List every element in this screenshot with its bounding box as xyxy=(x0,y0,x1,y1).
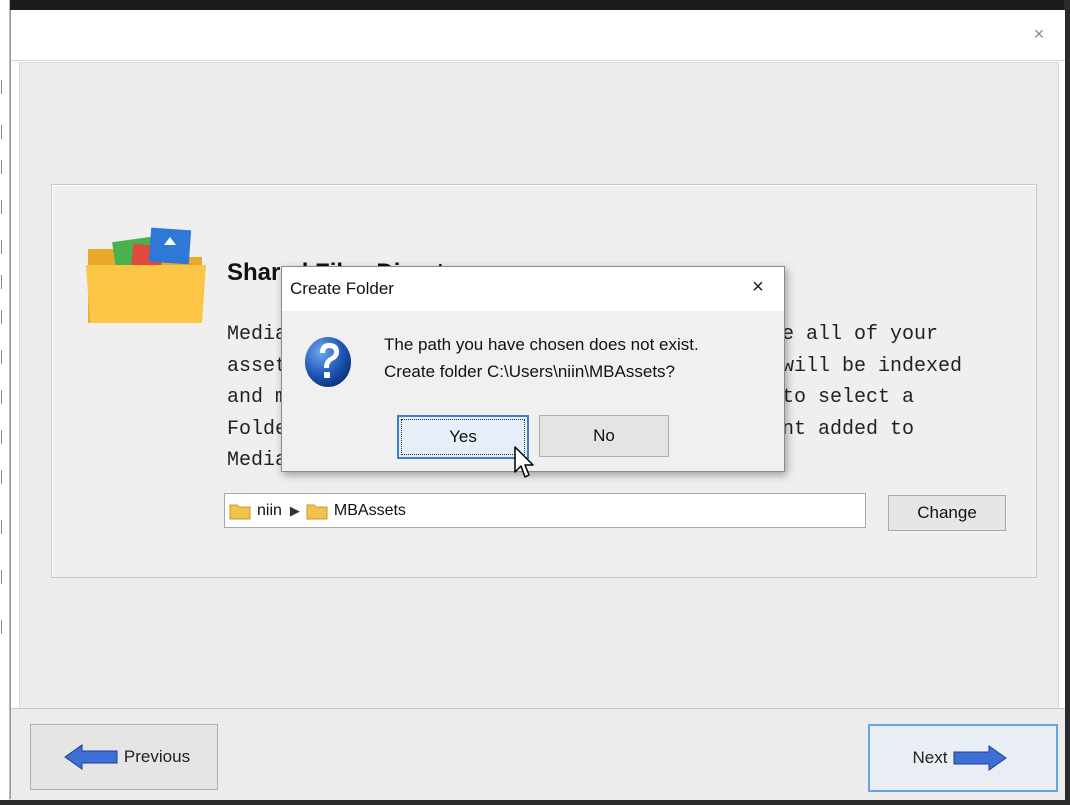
edge-mark xyxy=(1,390,8,404)
background-window-edge-bottom xyxy=(0,800,1070,805)
folder-path-field[interactable]: niin ▶ MBAssets xyxy=(224,493,866,528)
description-line: and m xyxy=(227,386,288,409)
folder-icon xyxy=(86,227,206,323)
description-line: asset xyxy=(227,354,288,378)
edge-mark xyxy=(1,430,8,444)
arrow-left-icon xyxy=(64,744,118,770)
dialog-titlebar: Create Folder × xyxy=(282,267,784,311)
no-button[interactable]: No xyxy=(539,415,669,457)
path-crumb-label: niin xyxy=(257,501,282,519)
dialog-message: The path you have chosen does not exist.… xyxy=(384,331,774,385)
edge-mark xyxy=(1,200,8,214)
dialog-close-button[interactable]: × xyxy=(746,275,770,299)
edge-mark xyxy=(1,350,8,364)
path-separator-icon: ▶ xyxy=(289,502,300,518)
dialog-title: Create Folder xyxy=(290,279,394,298)
edge-mark xyxy=(1,160,8,174)
previous-button[interactable]: Previous xyxy=(30,724,218,790)
dialog-message-line: The path you have chosen does not exist. xyxy=(384,335,699,354)
screen: × Shared Files Directory Media asset and… xyxy=(0,0,1070,805)
edge-mark xyxy=(1,520,8,534)
change-folder-button[interactable]: Change xyxy=(888,495,1006,531)
description-line: Folde xyxy=(227,417,288,441)
path-crumb-label: MBAssets xyxy=(333,501,406,519)
edge-mark xyxy=(1,310,8,324)
description-line: nt added to xyxy=(782,417,915,441)
description-text-right: e all of your will be indexed to select … xyxy=(782,319,1032,445)
description-line: to select a xyxy=(782,386,915,409)
edge-mark xyxy=(1,125,8,139)
question-icon xyxy=(305,337,351,387)
folder-icon xyxy=(229,504,251,519)
edge-mark xyxy=(1,470,8,484)
mouse-cursor-icon xyxy=(514,446,534,478)
next-label: Next xyxy=(912,748,948,767)
dialog-message-line: Create folder C:\Users\niin\MBAssets? xyxy=(384,362,675,381)
edge-mark xyxy=(1,620,8,634)
path-crumb-mbassets[interactable]: MBAssets xyxy=(306,502,406,520)
next-button[interactable]: Next xyxy=(868,724,1058,792)
description-line: e all of your xyxy=(782,323,939,346)
wizard-titlebar: × xyxy=(11,10,1065,61)
yes-button[interactable]: Yes xyxy=(397,415,529,459)
edge-mark xyxy=(1,80,8,94)
edge-mark xyxy=(1,240,8,254)
create-folder-dialog: Create Folder × The path you have chosen… xyxy=(281,266,785,472)
description-line: Media xyxy=(227,449,288,472)
background-window-edge xyxy=(0,0,10,805)
path-crumb-niin[interactable]: niin xyxy=(229,502,282,520)
background-window-titlebar xyxy=(0,0,1070,10)
edge-mark xyxy=(1,570,8,584)
description-line: will be indexed xyxy=(782,354,963,378)
previous-label: Previous xyxy=(123,747,191,766)
folder-icon xyxy=(306,504,328,519)
arrow-right-icon xyxy=(953,745,1008,771)
edge-mark xyxy=(1,275,8,289)
wizard-close-button[interactable]: × xyxy=(1029,24,1049,44)
description-line: Media xyxy=(227,323,288,346)
